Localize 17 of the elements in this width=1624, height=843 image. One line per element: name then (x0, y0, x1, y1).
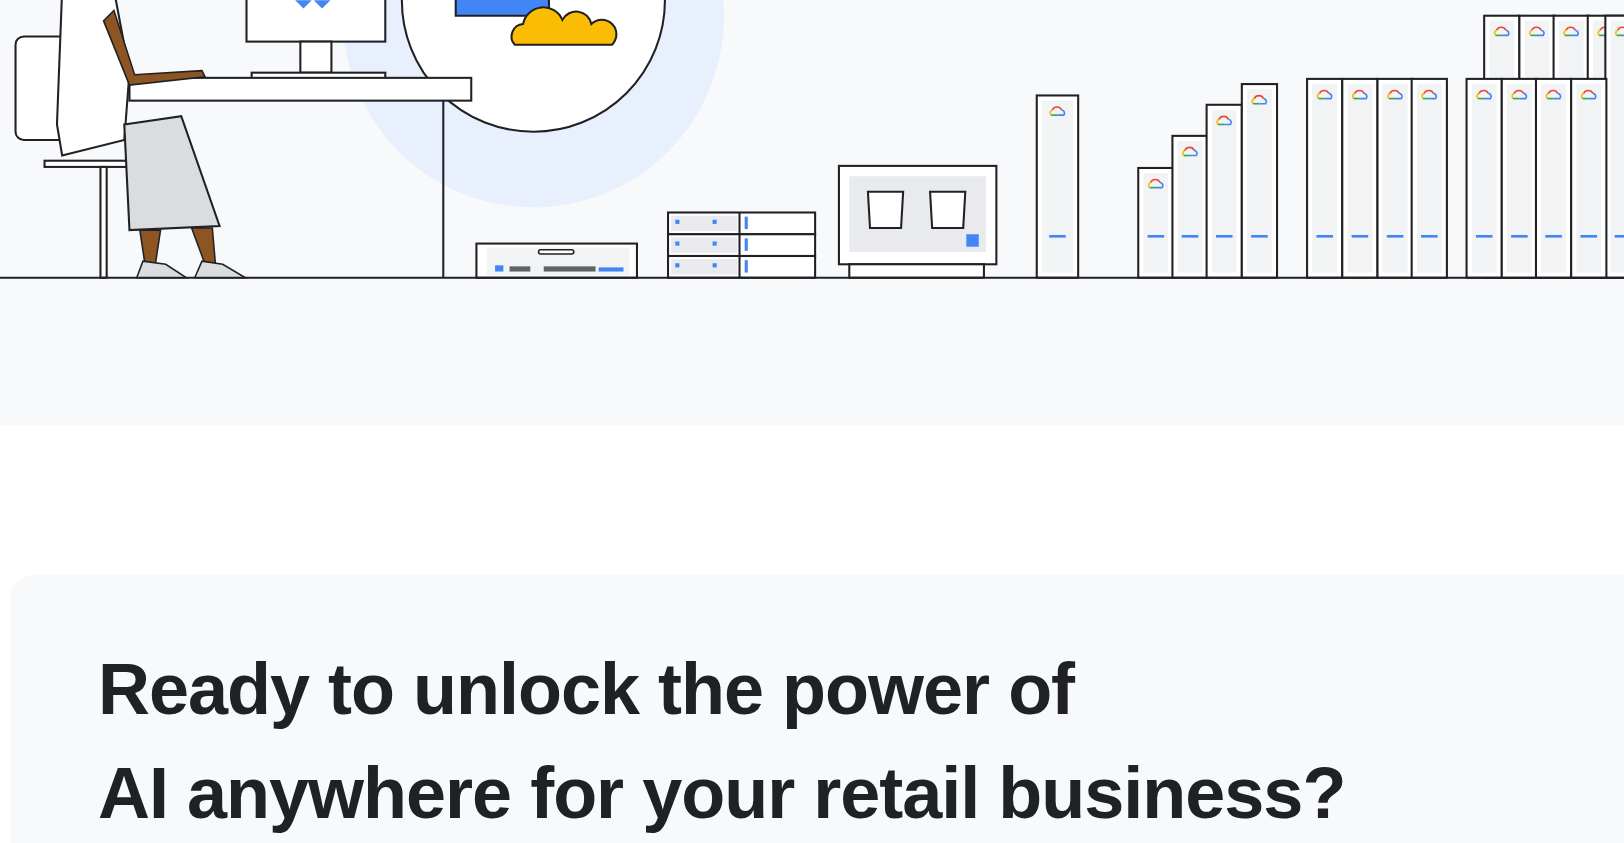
cloud-logo-icon (1182, 146, 1198, 157)
cloud-logo-icon (1511, 89, 1528, 100)
cloud-logo-icon (1493, 26, 1510, 37)
cta-heading: Ready to unlock the power of AI anywhere for your retail business? (98, 648, 1347, 835)
cloud-logo-icon (1387, 89, 1403, 100)
cloud-logo-icon (1216, 115, 1233, 126)
cloud-logo-icon (1476, 89, 1492, 100)
cloud-logo-icon (1563, 26, 1579, 37)
cloud-logo-icon (1529, 26, 1545, 37)
cloud-logo-icon (1049, 106, 1066, 116)
cloud-logo-icon (1147, 178, 1164, 189)
cloud-logo-icon (1580, 89, 1597, 100)
cloud-logo-icon (1421, 89, 1438, 100)
cloud-logo-icon (1316, 89, 1333, 100)
cloud-logo-icon (1545, 89, 1562, 100)
cloud-logo-icon (1251, 94, 1268, 105)
cloud-logo-icon (1351, 89, 1368, 100)
